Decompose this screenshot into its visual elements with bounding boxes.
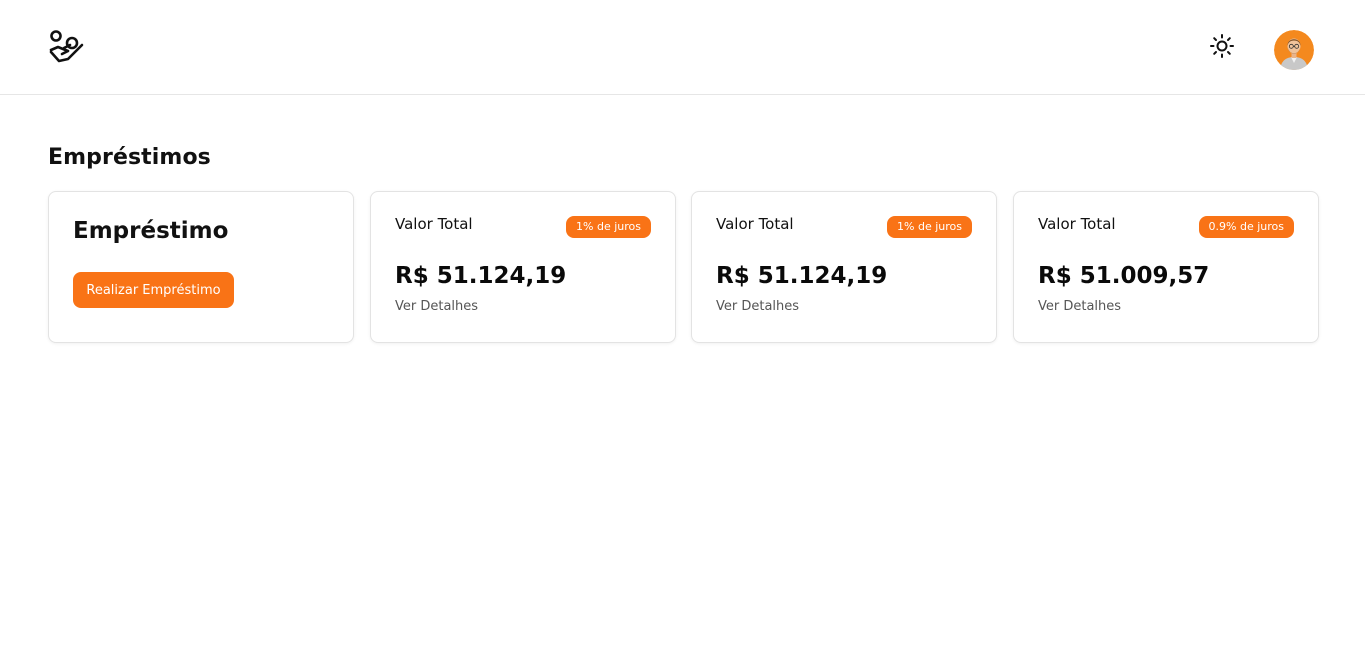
view-details-link[interactable]: Ver Detalhes <box>395 299 478 314</box>
interest-badge: 1% de juros <box>566 216 651 238</box>
new-loan-card: Empréstimo Realizar Empréstimo <box>48 191 354 343</box>
view-details-link[interactable]: Ver Detalhes <box>716 299 799 314</box>
loan-total-label: Valor Total <box>395 215 473 233</box>
loan-card[interactable]: Valor Total 0.9% de juros R$ 51.009,57 V… <box>1013 191 1319 343</box>
loan-card[interactable]: Valor Total 1% de juros R$ 51.124,19 Ver… <box>691 191 997 343</box>
loan-total-value: R$ 51.124,19 <box>716 263 888 289</box>
page-title: Empréstimos <box>48 145 211 170</box>
user-avatar-icon[interactable] <box>1274 30 1314 70</box>
request-loan-button[interactable]: Realizar Empréstimo <box>73 272 234 308</box>
loan-total-label: Valor Total <box>1038 215 1116 233</box>
loan-total-value: R$ 51.124,19 <box>395 263 567 289</box>
loan-total-label: Valor Total <box>716 215 794 233</box>
loan-card[interactable]: Valor Total 1% de juros R$ 51.124,19 Ver… <box>370 191 676 343</box>
new-loan-title: Empréstimo <box>73 218 229 244</box>
loan-total-value: R$ 51.009,57 <box>1038 263 1210 289</box>
hand-coins-icon[interactable] <box>48 28 84 64</box>
view-details-link[interactable]: Ver Detalhes <box>1038 299 1121 314</box>
top-bar <box>0 0 1365 95</box>
interest-badge: 1% de juros <box>887 216 972 238</box>
interest-badge: 0.9% de juros <box>1198 216 1294 238</box>
sun-icon[interactable] <box>1209 33 1235 59</box>
